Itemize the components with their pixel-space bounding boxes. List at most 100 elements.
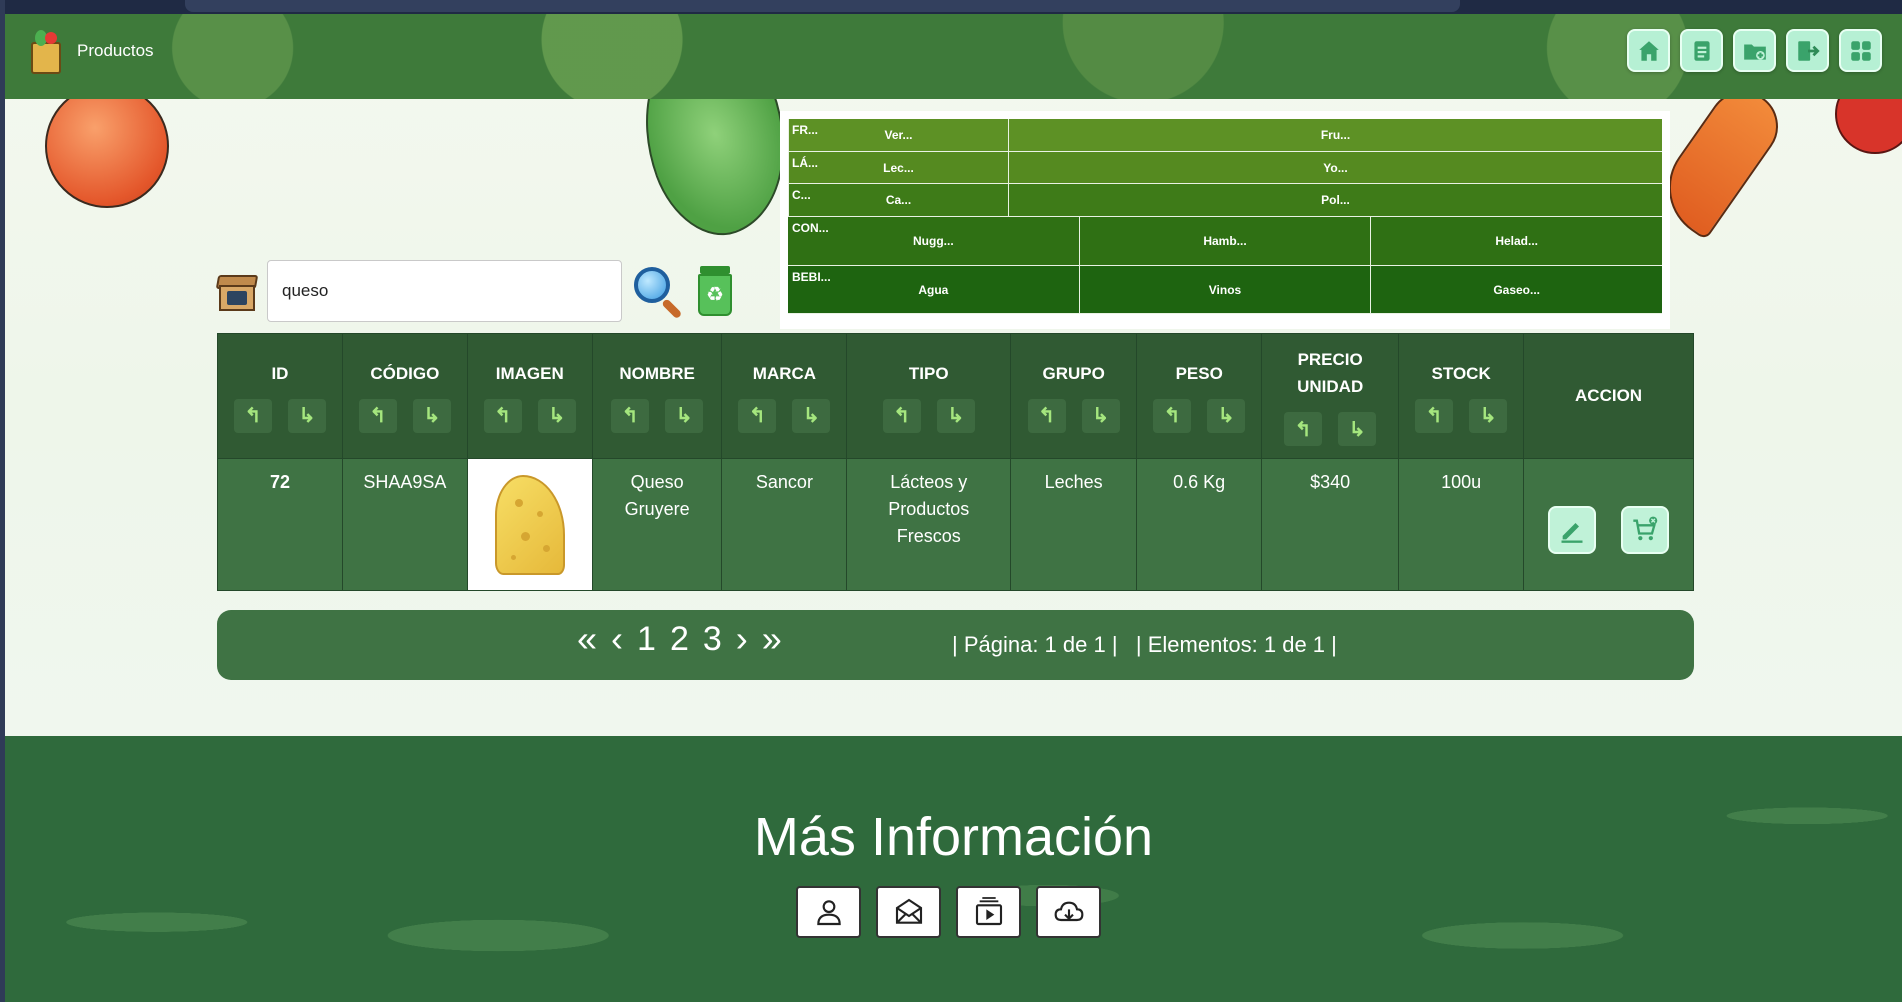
category-item[interactable]: Ver... xyxy=(788,119,1008,151)
sort-asc-icon[interactable]: ↰ xyxy=(1284,412,1323,446)
menu-grid-button[interactable] xyxy=(1839,29,1882,72)
category-item[interactable]: Gaseo... xyxy=(1370,266,1662,313)
footer-links xyxy=(796,886,1101,938)
col-imagen: IMAGEN ↰ ↳ xyxy=(466,333,593,459)
col-precio: PRECIO UNIDAD ↰ ↳ xyxy=(1261,333,1400,459)
category-item[interactable]: Agua xyxy=(788,266,1079,313)
product-box-icon[interactable] xyxy=(215,269,259,313)
col-codigo: CÓDIGO ↰ ↳ xyxy=(341,333,468,459)
sort-desc-icon[interactable]: ↳ xyxy=(1081,398,1120,433)
category-item[interactable]: Vinos xyxy=(1078,266,1371,313)
profile-button[interactable] xyxy=(796,886,861,938)
sort-asc-icon[interactable]: ↰ xyxy=(882,398,921,433)
col-id: ID ↰ ↳ xyxy=(217,333,343,459)
browser-url-bar[interactable] xyxy=(185,0,1460,12)
sort-desc-icon[interactable]: ↳ xyxy=(665,398,704,433)
sort-desc-icon[interactable]: ↳ xyxy=(537,398,576,433)
sort-desc-icon[interactable]: ↳ xyxy=(1207,398,1246,433)
sort-asc-icon[interactable]: ↰ xyxy=(738,398,777,433)
sort-desc-icon[interactable]: ↳ xyxy=(1469,398,1508,433)
cell-grupo: Leches xyxy=(1010,458,1138,591)
first-page-icon[interactable]: « xyxy=(577,618,597,660)
category-row-bebidas: BEBI... Agua Vinos Gaseo... xyxy=(788,266,1662,314)
home-icon xyxy=(1638,40,1659,61)
folder-add-icon xyxy=(1743,44,1766,60)
user-icon xyxy=(816,900,841,926)
column-label: IMAGEN xyxy=(495,363,564,383)
column-label: ID xyxy=(271,363,289,383)
cell-id: 72 xyxy=(217,458,343,591)
page-link[interactable]: 1 xyxy=(637,620,656,659)
mail-icon xyxy=(895,898,922,924)
sort-asc-icon[interactable]: ↰ xyxy=(1415,398,1454,433)
col-peso: PESO ↰ ↳ xyxy=(1136,333,1263,459)
col-nombre: NOMBRE ↰ ↳ xyxy=(591,333,723,459)
sort-asc-icon[interactable]: ↰ xyxy=(483,398,522,433)
cell-tipo: Lácteos y Productos Frescos xyxy=(846,458,1012,591)
col-accion: ACCION xyxy=(1523,333,1694,459)
cell-peso: 0.6 Kg xyxy=(1136,458,1263,591)
cell-accion xyxy=(1523,458,1694,591)
cheese-image xyxy=(494,474,565,575)
sort-desc-icon[interactable]: ↳ xyxy=(1338,412,1377,446)
category-item[interactable]: Helad... xyxy=(1370,217,1662,265)
sort-desc-icon[interactable]: ↳ xyxy=(287,398,326,433)
logout-button[interactable] xyxy=(1786,29,1829,72)
cell-nombre: Queso Gruyere xyxy=(591,458,723,591)
col-tipo: TIPO ↰ ↳ xyxy=(846,333,1012,459)
sort-asc-icon[interactable]: ↰ xyxy=(358,398,397,433)
sort-desc-icon[interactable]: ↳ xyxy=(412,398,451,433)
search-input[interactable] xyxy=(267,260,622,322)
last-page-icon[interactable]: » xyxy=(762,618,782,660)
contact-button[interactable] xyxy=(876,886,941,938)
sort-asc-icon[interactable]: ↰ xyxy=(233,398,272,433)
category-menu: FR... Ver... Fru... LÁ... Lec... Yo... C… xyxy=(780,111,1670,329)
cell-codigo: SHAA9SA xyxy=(341,458,468,591)
document-button[interactable] xyxy=(1680,29,1723,72)
home-button[interactable] xyxy=(1627,29,1670,72)
category-item[interactable]: Ca... xyxy=(788,184,1008,216)
cloud-download-icon xyxy=(1054,901,1083,922)
edit-button[interactable] xyxy=(1548,505,1597,554)
search-area: ♻ xyxy=(215,260,736,322)
column-label: STOCK xyxy=(1431,363,1491,383)
search-button[interactable] xyxy=(630,263,686,320)
sort-asc-icon[interactable]: ↰ xyxy=(611,398,650,433)
column-label: ACCION xyxy=(1575,386,1643,405)
page: Productos FR... Ver... Fru... LÁ... Lec.… xyxy=(5,14,1902,1002)
prev-page-icon[interactable]: ‹ xyxy=(611,618,623,660)
category-item[interactable]: Pol... xyxy=(1008,184,1662,216)
cell-precio: $340 xyxy=(1261,458,1400,591)
sort-desc-icon[interactable]: ↳ xyxy=(936,398,975,433)
pagination-status: | Página: 1 de 1 | | Elementos: 1 de 1 | xyxy=(952,632,1337,657)
video-button[interactable] xyxy=(956,886,1021,938)
pagination-nav: « ‹ 1 2 3 › » xyxy=(577,618,782,660)
sort-asc-icon[interactable]: ↰ xyxy=(1027,398,1066,433)
page-link[interactable]: 3 xyxy=(703,620,722,659)
category-item[interactable]: Nugg... xyxy=(788,217,1079,265)
grid-icon xyxy=(1850,40,1871,61)
clear-search-button[interactable]: ♻ xyxy=(694,264,736,318)
document-icon xyxy=(1693,40,1710,61)
category-item[interactable]: Yo... xyxy=(1008,152,1662,183)
brand[interactable]: Productos xyxy=(27,28,154,74)
cart-remove-icon xyxy=(1633,516,1658,540)
logout-icon xyxy=(1797,40,1820,61)
category-row-lacteos: LÁ... Lec... Yo... xyxy=(788,152,1662,184)
category-item[interactable]: Lec... xyxy=(788,152,1008,183)
category-item[interactable]: Hamb... xyxy=(1078,217,1371,265)
column-label: MARCA xyxy=(752,363,817,383)
header-nav xyxy=(1627,29,1882,72)
cell-marca: Sancor xyxy=(721,458,848,591)
page-link[interactable]: 2 xyxy=(670,620,689,659)
brand-title: Productos xyxy=(77,41,154,60)
download-button[interactable] xyxy=(1036,886,1101,938)
column-label: CÓDIGO xyxy=(370,363,440,383)
next-page-icon[interactable]: › xyxy=(736,618,748,660)
sort-desc-icon[interactable]: ↳ xyxy=(792,398,831,433)
remove-from-cart-button[interactable] xyxy=(1621,505,1670,554)
table-row: 72 SHAA9SA Queso Gruyere Sancor Lácteos … xyxy=(217,458,1694,591)
sort-asc-icon[interactable]: ↰ xyxy=(1153,398,1192,433)
add-folder-button[interactable] xyxy=(1733,29,1776,72)
category-item[interactable]: Fru... xyxy=(1008,119,1662,151)
